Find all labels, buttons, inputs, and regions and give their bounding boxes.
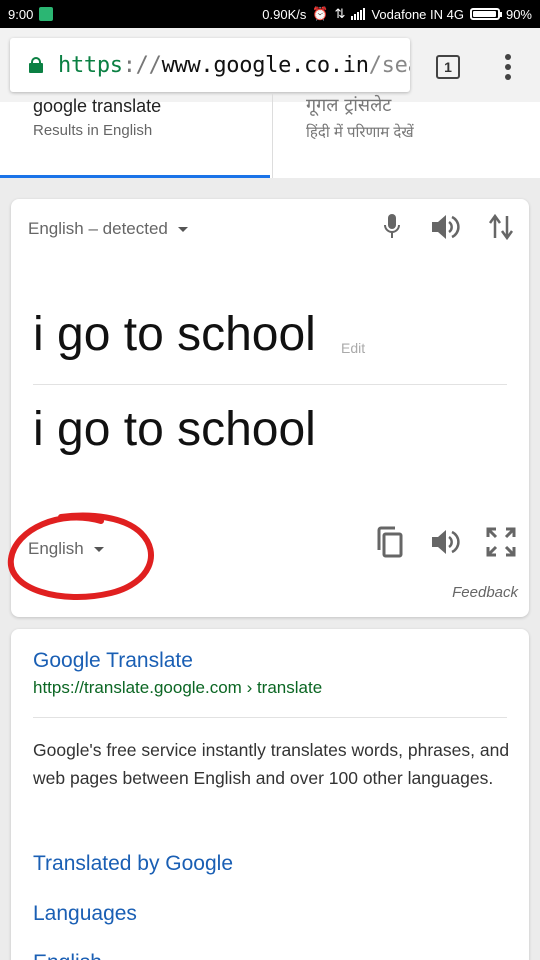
result-url[interactable]: https://translate.google.com › translate: [33, 678, 322, 698]
divider: [33, 717, 507, 718]
network-speed: 0.90K/s: [262, 6, 307, 22]
signal-icon: [351, 8, 366, 20]
divider: [33, 384, 507, 385]
search-result-card: Google Translate https://translate.googl…: [11, 629, 529, 960]
notification-icon: [39, 7, 54, 21]
translate-card: English – detected i go to school Edit i…: [7, 199, 529, 617]
microphone-icon[interactable]: [376, 211, 408, 243]
tab-subtitle: हिंदी में परिणाम देखें: [306, 124, 414, 141]
carrier-label: Vodafone IN 4G: [371, 6, 464, 22]
data-transfer-icon: ⇅: [334, 6, 346, 21]
sitelink-translated-by-google[interactable]: Translated by Google: [33, 852, 233, 876]
source-text[interactable]: i go to school: [33, 307, 316, 362]
url-text[interactable]: https://www.google.co.in/sear: [58, 53, 410, 78]
overflow-menu-icon[interactable]: [498, 52, 518, 82]
browser-toolbar: https://www.google.co.in/sear 1: [0, 28, 540, 102]
sitelink-english[interactable]: English: [33, 951, 102, 960]
tab-subtitle: Results in English: [33, 122, 153, 139]
red-circle-annotation: [7, 512, 154, 600]
chevron-down-icon: [93, 546, 104, 552]
result-title-link[interactable]: Google Translate: [33, 649, 193, 673]
tab-english-results[interactable]: google translate Results in English: [0, 94, 270, 178]
translated-text: i go to school: [33, 403, 316, 456]
target-language-selector[interactable]: English: [28, 539, 104, 559]
tab-title: गूगल ट्रांसलेट: [306, 95, 392, 116]
speaker-icon[interactable]: [429, 211, 461, 243]
source-language-selector[interactable]: English – detected: [28, 219, 188, 239]
swap-languages-icon[interactable]: [485, 211, 517, 243]
lock-icon: [28, 57, 44, 73]
source-language-label: English – detected: [28, 219, 168, 238]
tab-hindi-results[interactable]: गूगल ट्रांसलेट हिंदी में परिणाम देखें: [272, 94, 540, 178]
fullscreen-icon[interactable]: [485, 526, 517, 558]
language-results-tabs: google translate Results in English गूगल…: [0, 94, 540, 178]
alarm-icon: ⏰: [312, 6, 329, 21]
tab-switcher-button[interactable]: 1: [436, 55, 460, 79]
speaker-icon[interactable]: [429, 526, 461, 558]
copy-icon[interactable]: [374, 526, 406, 558]
edit-link[interactable]: Edit: [341, 340, 365, 356]
address-bar[interactable]: https://www.google.co.in/sear: [10, 38, 410, 92]
status-time: 9:00: [8, 6, 34, 22]
sitelink-languages[interactable]: Languages: [33, 902, 137, 926]
tab-title: google translate: [33, 96, 162, 116]
feedback-link[interactable]: Feedback: [452, 584, 518, 601]
battery-percent: 90%: [505, 6, 532, 22]
target-language-label: English: [28, 539, 84, 558]
result-description: Google's free service instantly translat…: [33, 740, 510, 788]
battery-icon: [469, 8, 502, 20]
status-bar: 9:00 0.90K/s ⏰ ⇅ Vodafone IN 4G 90%: [0, 0, 540, 28]
chevron-down-icon: [177, 226, 188, 232]
